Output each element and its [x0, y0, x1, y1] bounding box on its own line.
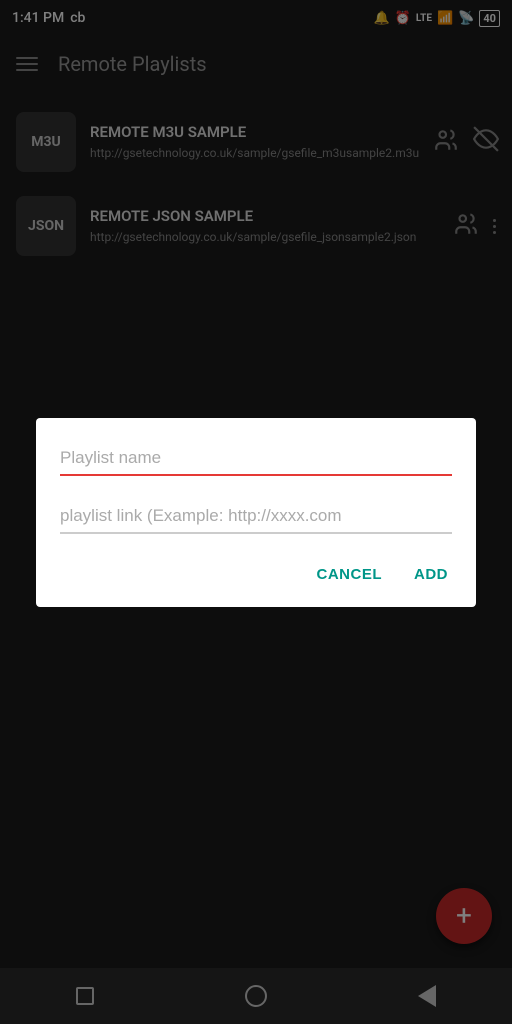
add-playlist-dialog: CANCEL ADD [36, 418, 476, 607]
dialog-overlay: CANCEL ADD [0, 0, 512, 1024]
cancel-button[interactable]: CANCEL [313, 558, 387, 591]
add-button[interactable]: ADD [410, 558, 452, 591]
name-field-container [60, 442, 452, 476]
link-field-container [60, 500, 452, 534]
playlist-link-input[interactable] [60, 500, 452, 534]
playlist-name-input[interactable] [60, 442, 452, 476]
dialog-actions: CANCEL ADD [60, 558, 452, 591]
